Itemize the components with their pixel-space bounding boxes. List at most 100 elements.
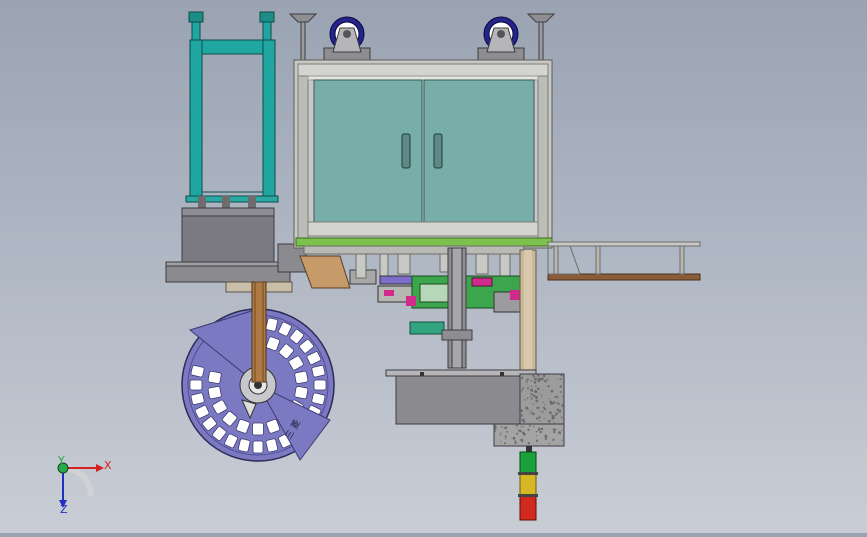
granite-speck	[556, 395, 558, 397]
granite-speck	[531, 374, 534, 376]
granite-speck	[530, 388, 533, 392]
granite-speck	[547, 385, 550, 388]
granite-speck	[560, 374, 563, 377]
granite-speck	[533, 379, 536, 381]
granite-speck	[561, 439, 563, 441]
granite-speck	[500, 432, 502, 434]
granite-speck	[522, 387, 525, 390]
granite-speck	[555, 428, 557, 431]
granite-speck	[553, 430, 556, 434]
reel-slot	[313, 379, 327, 391]
granite-speck	[559, 391, 562, 393]
granite-speck	[530, 380, 533, 382]
granite-speck	[555, 412, 558, 416]
granite-speck	[521, 431, 525, 435]
granite-speck	[544, 437, 547, 440]
cad-viewport[interactable]: 三 菱 X Y Z	[0, 0, 867, 533]
reel-slot	[311, 392, 326, 406]
granite-speck	[562, 375, 564, 377]
granite-speck	[529, 396, 532, 398]
granite-speck	[549, 400, 552, 404]
granite-speck	[530, 411, 533, 414]
reel-slot	[237, 438, 251, 453]
granite-speck	[527, 387, 529, 390]
granite-speck	[529, 393, 531, 395]
granite-speck	[514, 440, 516, 442]
granite-speck	[515, 424, 518, 427]
granite-speck	[540, 377, 542, 379]
caster-wheel-right[interactable]	[477, 16, 525, 61]
granite-speck	[521, 376, 524, 380]
granite-speck	[539, 430, 542, 434]
x-axis-label: X	[104, 459, 112, 472]
granite-speck	[554, 396, 557, 399]
teal-lifting-frame[interactable]	[185, 11, 279, 203]
reel-slot	[311, 364, 326, 378]
granite-speck	[518, 429, 522, 433]
granite-speck	[537, 379, 541, 383]
granite-speck	[537, 374, 540, 377]
granite-speck	[544, 435, 548, 438]
granite-speck	[530, 410, 532, 412]
granite-speck	[524, 407, 527, 409]
granite-speck	[551, 401, 555, 405]
right-guide-rails[interactable]	[547, 241, 701, 281]
granite-speck	[553, 428, 556, 430]
granite-speck	[516, 432, 519, 435]
granite-speck	[557, 378, 559, 380]
granite-speck	[558, 402, 560, 405]
leveling-foot-right[interactable]	[526, 13, 556, 63]
granite-speck	[532, 412, 535, 416]
granite-speck	[535, 399, 539, 403]
y-axis-label: Y	[57, 454, 65, 467]
granite-speck	[514, 441, 517, 444]
granite-speck	[558, 432, 561, 435]
caster-wheel-left[interactable]	[323, 16, 371, 61]
granite-speck	[560, 416, 563, 419]
leveling-foot-left[interactable]	[288, 13, 318, 63]
granite-speck	[529, 412, 531, 414]
granite-speck	[535, 385, 537, 387]
granite-speck	[538, 427, 541, 431]
granite-speck	[539, 410, 541, 412]
wooden-support-arm[interactable]	[251, 281, 267, 383]
reel-slot	[190, 364, 205, 378]
cabinet-door-right[interactable]	[423, 79, 535, 223]
granite-speck	[535, 395, 538, 399]
reel-slot	[190, 392, 205, 406]
reel-slot	[252, 422, 264, 436]
granite-speck	[525, 406, 529, 409]
granite-speck	[535, 430, 538, 433]
granite-speck	[501, 426, 503, 428]
cabinet-door-left[interactable]	[313, 79, 423, 223]
signal-tower-light[interactable]	[518, 446, 538, 521]
granite-speck	[519, 413, 523, 417]
granite-speck	[541, 394, 543, 396]
granite-speck	[542, 406, 545, 409]
granite-speck	[533, 381, 537, 384]
granite-speck	[552, 438, 555, 441]
granite-speck	[521, 441, 523, 443]
reel-slot	[294, 386, 309, 400]
granite-speck	[504, 426, 508, 430]
granite-speck	[542, 389, 544, 391]
main-cabinet[interactable]	[293, 59, 553, 249]
cylinder-base[interactable]	[165, 196, 293, 293]
granite-speck	[532, 394, 536, 397]
granite-speck	[520, 409, 523, 413]
coordinate-triad[interactable]: X Y Z	[57, 454, 112, 516]
granite-speck	[543, 407, 546, 411]
granite-speck	[559, 378, 562, 381]
lower-control-box[interactable]	[385, 369, 537, 425]
granite-speck	[536, 406, 539, 410]
granite-speck	[546, 378, 549, 381]
granite-speck	[533, 426, 535, 428]
granite-speck	[542, 374, 546, 378]
support-pillar[interactable]	[519, 249, 537, 371]
granite-speck	[538, 416, 541, 419]
granite-speck	[543, 417, 545, 419]
reel-slot	[252, 440, 264, 454]
granite-speck	[556, 408, 559, 411]
granite-speck	[499, 434, 501, 436]
granite-speck	[551, 415, 553, 417]
